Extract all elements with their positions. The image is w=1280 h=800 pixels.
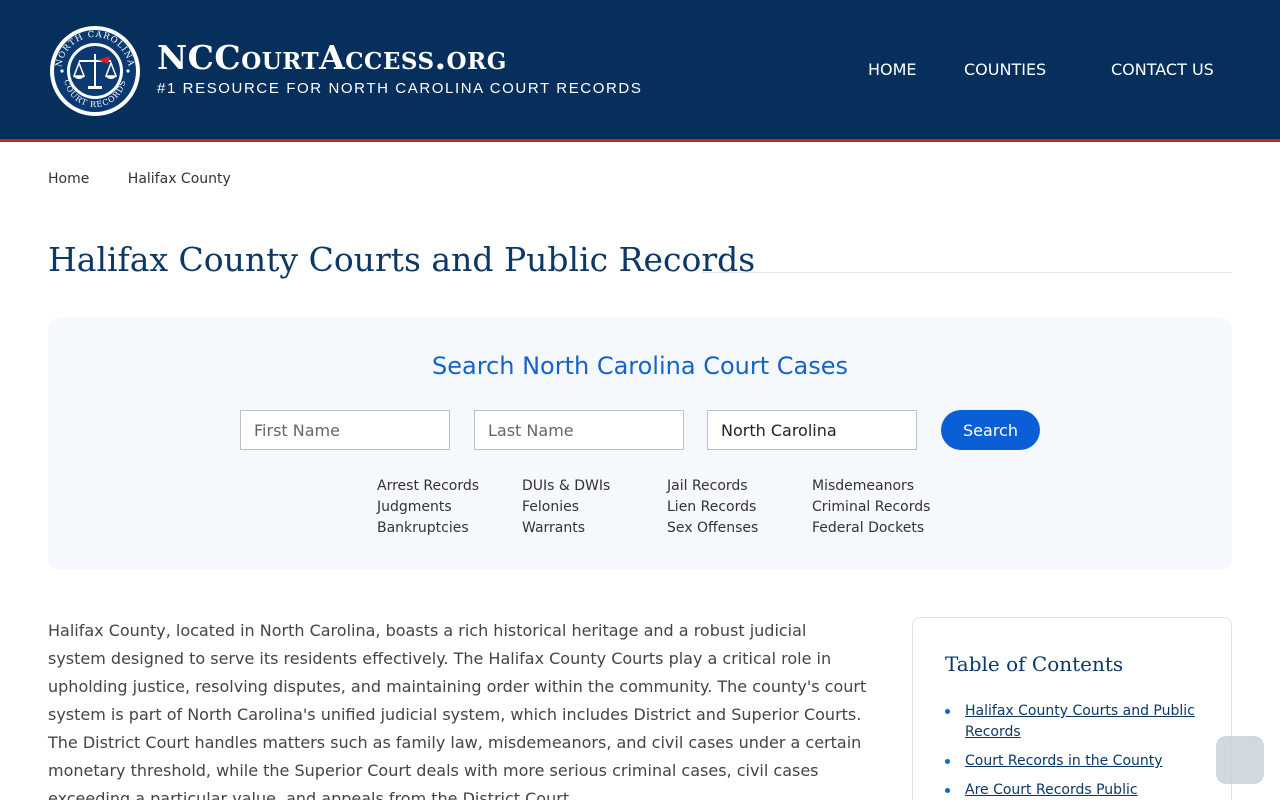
record-links-column: Jail Records Lien Records Sex Offenses <box>667 476 807 539</box>
first-name-input[interactable] <box>240 410 450 450</box>
main-nav: HOME COUNTIES CONTACT US <box>0 60 1280 82</box>
search-heading: Search North Carolina Court Cases <box>431 352 848 380</box>
link-arrest-records[interactable]: Arrest Records <box>377 476 517 497</box>
search-button[interactable]: Search <box>941 410 1040 450</box>
scroll-to-top-button[interactable] <box>1216 736 1264 784</box>
bullet-icon <box>945 709 950 714</box>
bullet-icon <box>945 759 950 764</box>
link-bankruptcies[interactable]: Bankruptcies <box>377 518 517 539</box>
toc-link-courts-public-records[interactable]: Halifax County Courts and Public Records <box>965 703 1195 740</box>
toc-item: Halifax County Courts and Public Records <box>945 701 1205 743</box>
article-intro-paragraph: Halifax County, located in North Carolin… <box>48 621 867 800</box>
page-title: Halifax County Courts and Public Records <box>48 240 756 279</box>
record-links-column: Misdemeanors Criminal Records Federal Do… <box>812 476 952 539</box>
toc-item: Are Court Records Public <box>945 780 1205 800</box>
record-links-column: Arrest Records Judgments Bankruptcies <box>377 476 517 539</box>
toc-title: Table of Contents <box>945 652 1124 676</box>
breadcrumb: Home Halifax County <box>48 171 265 187</box>
link-felonies[interactable]: Felonies <box>522 497 662 518</box>
link-misdemeanors[interactable]: Misdemeanors <box>812 476 952 497</box>
link-criminal-records[interactable]: Criminal Records <box>812 497 952 518</box>
link-warrants[interactable]: Warrants <box>522 518 662 539</box>
link-duis-dwis[interactable]: DUIs & DWIs <box>522 476 662 497</box>
state-input[interactable] <box>707 410 917 450</box>
toc-link-court-records-county[interactable]: Court Records in the County <box>965 753 1163 769</box>
link-sex-offenses[interactable]: Sex Offenses <box>667 518 807 539</box>
toc-list: Halifax County Courts and Public Records… <box>945 701 1205 800</box>
bullet-icon <box>945 788 950 793</box>
title-divider <box>702 272 1232 273</box>
nav-home[interactable]: HOME <box>868 60 917 79</box>
nav-counties[interactable]: COUNTIES <box>964 60 1046 79</box>
link-federal-dockets[interactable]: Federal Dockets <box>812 518 952 539</box>
brand-tagline: #1 Resource for North Carolina Court Rec… <box>157 80 643 97</box>
toc-link-are-records-public[interactable]: Are Court Records Public <box>965 782 1138 798</box>
link-lien-records[interactable]: Lien Records <box>667 497 807 518</box>
breadcrumb-home[interactable]: Home <box>48 171 89 187</box>
record-links-column: DUIs & DWIs Felonies Warrants <box>522 476 662 539</box>
link-jail-records[interactable]: Jail Records <box>667 476 807 497</box>
link-judgments[interactable]: Judgments <box>377 497 517 518</box>
breadcrumb-current: Halifax County <box>127 171 231 187</box>
search-panel: Search North Carolina Court Cases Search… <box>48 318 1232 569</box>
site-header: NORTH CAROLINA COURT RECORDS NCCourtAcce… <box>0 0 1280 142</box>
nav-contact-us[interactable]: CONTACT US <box>1111 60 1214 79</box>
last-name-input[interactable] <box>474 410 684 450</box>
toc-item: Court Records in the County <box>945 751 1205 772</box>
table-of-contents: Table of Contents Halifax County Courts … <box>912 617 1232 800</box>
